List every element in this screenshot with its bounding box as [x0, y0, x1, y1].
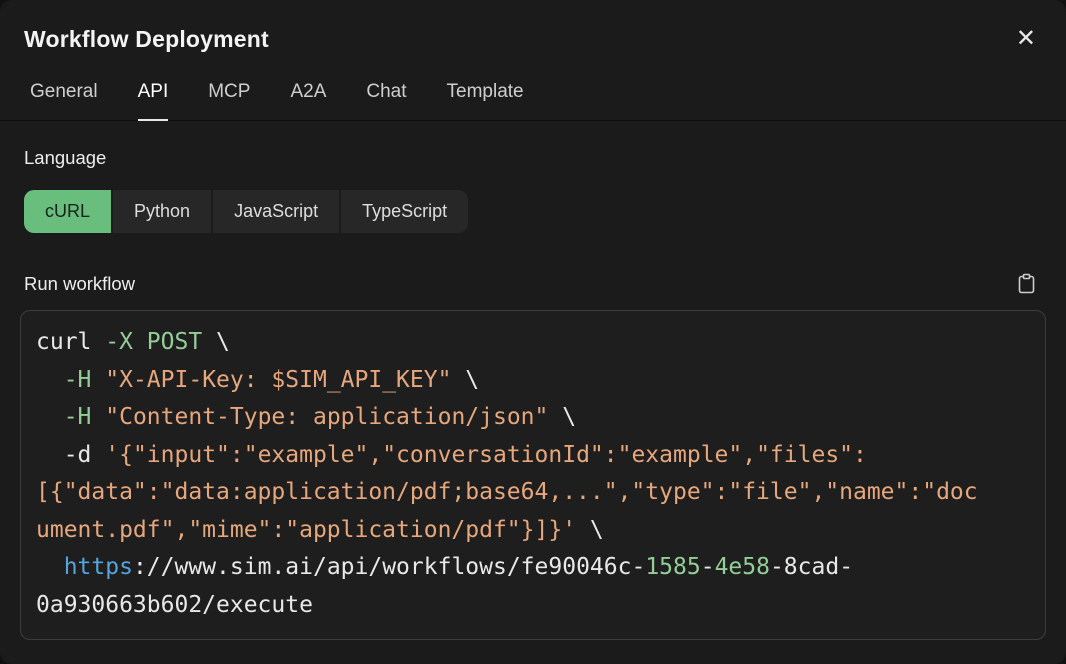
copy-button[interactable] — [1017, 273, 1036, 294]
tab-template[interactable]: Template — [447, 80, 524, 121]
run-workflow-header: Run workflow — [24, 269, 1042, 297]
language-label: Language — [24, 145, 1042, 170]
language-option-javascript[interactable]: JavaScript — [213, 190, 339, 233]
page-title: Workflow Deployment — [24, 24, 269, 54]
language-section: Language cURL Python JavaScript TypeScri… — [24, 145, 1042, 233]
tab-bar: General API MCP A2A Chat Template — [0, 72, 1066, 121]
workflow-deployment-dialog: Workflow Deployment ✕ General API MCP A2… — [0, 0, 1066, 664]
run-workflow-label: Run workflow — [24, 271, 135, 296]
language-option-typescript[interactable]: TypeScript — [341, 190, 468, 233]
tab-api[interactable]: API — [138, 80, 169, 121]
close-icon[interactable]: ✕ — [1016, 26, 1036, 50]
tab-chat[interactable]: Chat — [366, 80, 406, 121]
curl-command: curl -X POST \ -H "X-API-Key: $SIM_API_K… — [36, 324, 1030, 624]
clipboard-icon — [1017, 273, 1036, 294]
tab-a2a[interactable]: A2A — [290, 80, 326, 121]
language-option-curl[interactable]: cURL — [24, 190, 111, 233]
language-selector: cURL Python JavaScript TypeScript — [24, 190, 468, 233]
tab-general[interactable]: General — [30, 80, 98, 121]
language-option-python[interactable]: Python — [113, 190, 211, 233]
tab-mcp[interactable]: MCP — [208, 80, 250, 121]
code-block[interactable]: curl -X POST \ -H "X-API-Key: $SIM_API_K… — [20, 310, 1046, 640]
dialog-header: Workflow Deployment ✕ — [0, 0, 1066, 54]
